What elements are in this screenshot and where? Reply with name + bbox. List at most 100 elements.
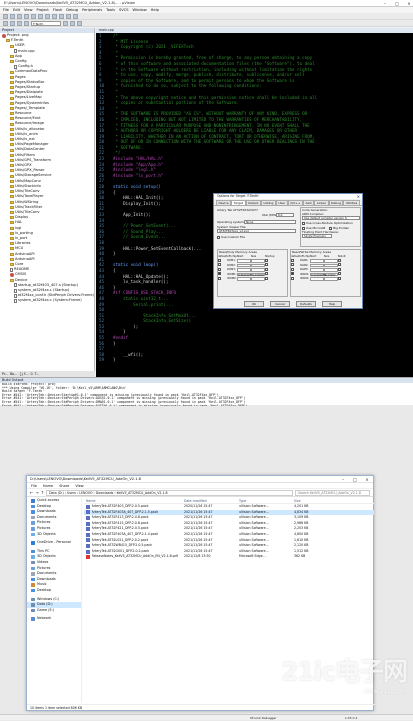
mem-start-input[interactable]: [309, 259, 324, 263]
column-header-date-modified[interactable]: Date modified: [184, 498, 239, 503]
mem-size-input[interactable]: [250, 263, 265, 267]
translate-icon[interactable]: [3, 21, 8, 26]
pack-installer-icon[interactable]: [77, 21, 82, 26]
ok-button[interactable]: OK: [244, 301, 264, 307]
save-icon[interactable]: [17, 14, 22, 19]
download-icon[interactable]: [24, 21, 29, 26]
startup-checkbox[interactable]: [337, 263, 341, 267]
mem-start-input[interactable]: 0x20000000: [309, 272, 326, 276]
file-row[interactable]: ReleaseNotes_KeilV5_AT32MCU_AddOn_EN_V2.…: [84, 554, 374, 560]
mem-size-input[interactable]: [323, 259, 338, 263]
os-select[interactable]: None: [244, 220, 296, 224]
default-checkbox[interactable]: [218, 267, 221, 271]
mem-start-input[interactable]: 0x8000000: [236, 272, 251, 276]
mem-start-input[interactable]: [309, 268, 324, 272]
tree-item[interactable]: system_at32f4xx.c (System:Frame): [0, 298, 94, 303]
tab-target[interactable]: Target: [231, 200, 246, 205]
help-button[interactable]: Help: [322, 301, 342, 307]
undo-icon[interactable]: [52, 14, 57, 19]
new-file-icon[interactable]: [3, 14, 8, 19]
mem-size-input[interactable]: 0x18000: [323, 272, 338, 276]
default-checkbox[interactable]: [218, 258, 221, 262]
startup-checkbox[interactable]: [337, 272, 341, 276]
default-checkbox[interactable]: [291, 276, 294, 280]
sysview-field[interactable]: AT32F403Axx_v2.svd: [217, 229, 296, 233]
ribbon-tab-share[interactable]: Share: [59, 483, 69, 488]
copy-icon[interactable]: [38, 14, 43, 19]
mem-start-input[interactable]: [309, 263, 324, 267]
redo-icon[interactable]: [59, 14, 64, 19]
column-header-type[interactable]: Type: [239, 498, 294, 503]
startup-checkbox[interactable]: [337, 258, 341, 262]
mem-size-input[interactable]: [323, 268, 338, 272]
startup-checkbox[interactable]: [264, 272, 268, 276]
mem-size-input[interactable]: 0x100000: [250, 272, 265, 276]
mem-start-input[interactable]: [236, 259, 251, 263]
find-icon[interactable]: [66, 14, 71, 19]
mem-size-input[interactable]: [323, 277, 338, 281]
tab-device[interactable]: Device: [216, 200, 232, 205]
paste-icon[interactable]: [45, 14, 50, 19]
mem-start-input[interactable]: [236, 263, 251, 267]
column-header-name[interactable]: Name: [84, 498, 184, 503]
mem-size-input[interactable]: [323, 263, 338, 267]
ribbon-tab-view[interactable]: View: [75, 483, 83, 488]
address-path[interactable]: Data (D:) › Users › LENOVO › Downloads ›…: [46, 489, 293, 496]
minimize-icon[interactable]: –: [377, 0, 389, 7]
default-checkbox[interactable]: [291, 272, 294, 276]
tab-utilities[interactable]: Utilities: [343, 200, 360, 205]
mem-size-input[interactable]: [250, 259, 265, 263]
mem-start-input[interactable]: [236, 268, 251, 272]
tab-user[interactable]: User: [275, 200, 288, 205]
startup-checkbox[interactable]: [264, 276, 268, 280]
target-select[interactable]: F.Tenth: [31, 21, 61, 26]
startup-checkbox[interactable]: [264, 258, 268, 262]
tab-cc[interactable]: C/C++: [287, 200, 303, 205]
default-checkbox[interactable]: [218, 272, 221, 276]
default-checkbox[interactable]: [291, 258, 294, 262]
startup-checkbox[interactable]: [264, 263, 268, 267]
close-icon[interactable]: ×: [401, 0, 413, 7]
mem-size-input[interactable]: [250, 268, 265, 272]
ribbon-tab-file[interactable]: File: [31, 483, 37, 488]
rebuild-icon[interactable]: [17, 21, 22, 26]
default-checkbox[interactable]: [218, 276, 221, 280]
startup-checkbox[interactable]: [337, 267, 341, 271]
manage-components-icon[interactable]: [70, 21, 75, 26]
defaults-button[interactable]: Defaults: [296, 301, 316, 307]
target-options-icon[interactable]: [63, 21, 68, 26]
mem-start-input[interactable]: [309, 277, 324, 281]
tab-asm[interactable]: Asm: [302, 200, 315, 205]
startup-checkbox[interactable]: [337, 276, 341, 280]
custom-file-checkbox[interactable]: [217, 235, 220, 239]
startup-checkbox[interactable]: [264, 267, 268, 271]
default-checkbox[interactable]: [291, 267, 294, 271]
tab-output[interactable]: Output: [245, 200, 261, 205]
ribbon-tab-home[interactable]: Home: [43, 483, 53, 488]
nav-item[interactable]: Network: [27, 616, 81, 622]
open-icon[interactable]: [10, 14, 15, 19]
tab-debug[interactable]: Debug: [328, 200, 344, 205]
build-icon[interactable]: [10, 21, 15, 26]
search-input[interactable]: Search KeilV5_AT32MCU_AddOn_V2.1.8: [295, 489, 370, 496]
close-icon[interactable]: ×: [361, 476, 373, 483]
crossmodule-checkbox[interactable]: [302, 221, 305, 225]
build-output-text[interactable]: Build started: Project: proj *** Using Co…: [0, 383, 413, 406]
xtal-input[interactable]: 8.0: [276, 213, 294, 217]
tab-linker[interactable]: Linker: [314, 200, 329, 205]
forward-icon[interactable]: →: [35, 490, 38, 495]
custom-file-option[interactable]: Use Custom File: [217, 235, 245, 239]
save-all-icon[interactable]: [24, 14, 29, 19]
maximize-icon[interactable]: □: [389, 0, 401, 7]
debug-icon[interactable]: [73, 14, 78, 19]
default-checkbox[interactable]: [218, 263, 221, 267]
default-checkbox[interactable]: [291, 263, 294, 267]
back-icon[interactable]: ←: [30, 490, 33, 495]
tab-listing[interactable]: Listing: [260, 200, 276, 205]
up-icon[interactable]: ↑: [41, 490, 44, 495]
mem-size-input[interactable]: [250, 277, 265, 281]
fp-select[interactable]: Single Precision: [302, 234, 332, 238]
cancel-button[interactable]: Cancel: [270, 301, 290, 307]
column-header-size[interactable]: Size: [294, 498, 329, 503]
close-icon[interactable]: ×: [357, 194, 360, 199]
